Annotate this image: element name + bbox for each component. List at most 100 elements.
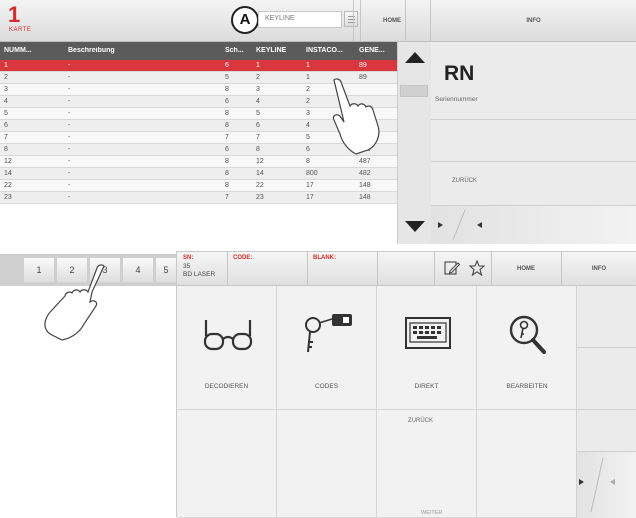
table-cell: 5 [306, 134, 310, 141]
table-cell: 148 [359, 194, 371, 201]
code-label: CODE: [233, 255, 253, 261]
col-header[interactable]: GENE... [359, 47, 385, 54]
table-cell: 8 [256, 146, 260, 153]
edit-note-icon[interactable] [444, 260, 460, 276]
table-cell: - [68, 86, 71, 93]
home-button[interactable]: HOME [491, 252, 561, 286]
table-cell: 1 [4, 62, 8, 69]
table-row[interactable]: 14 - 8 14 800 482 [0, 168, 397, 180]
table-cell: 1 [306, 62, 310, 69]
col-header[interactable]: Sch... [225, 47, 244, 54]
table-cell: 23 [4, 194, 12, 201]
key-tag-icon [305, 314, 352, 353]
next-arrow-icon [477, 222, 482, 228]
table-cell: 8 [225, 122, 229, 129]
table-cell: 22 [256, 182, 264, 189]
back-button[interactable]: ZURÜCK [408, 418, 433, 424]
back-button[interactable]: ZURÜCK [452, 178, 477, 184]
hand-pointer-icon [44, 264, 105, 341]
table-cell: 800 [306, 170, 318, 177]
tile-label: DIREKT [414, 383, 439, 390]
nav-arrows[interactable] [431, 206, 636, 244]
blank-label: BLANK: [313, 255, 336, 261]
table-cell: 5 [225, 74, 229, 81]
table-cell: 8 [225, 182, 229, 189]
callout-a: A [231, 6, 259, 34]
table-cell: 8 [306, 158, 310, 165]
col-header[interactable]: Beschreibung [68, 47, 115, 54]
prev-arrow-icon [438, 222, 443, 228]
table-cell: 5 [256, 110, 260, 117]
col-header[interactable]: KEYLINE [256, 47, 286, 54]
tile-direkt[interactable]: DIREKT [377, 286, 477, 410]
table-cell: 23 [256, 194, 264, 201]
table-cell: - [68, 182, 71, 189]
table-row[interactable]: 1 - 6 1 1 89 [0, 60, 397, 72]
table-cell: 89 [359, 62, 367, 69]
next-arrow-icon [610, 479, 615, 485]
table-cell: 1 [306, 74, 310, 81]
table-cell: 6 [4, 122, 8, 129]
table-cell: 482 [359, 170, 371, 177]
table-cell: 6 [225, 62, 229, 69]
tile-bearbeiten[interactable]: BEARBEITEN [477, 286, 577, 410]
table-row[interactable]: 12 - 8 12 8 487 [0, 156, 397, 168]
table-cell: 6 [256, 122, 260, 129]
table-cell: - [68, 98, 71, 105]
table-cell: 12 [256, 158, 264, 165]
info-button[interactable]: INFO [430, 0, 636, 42]
page-5[interactable]: 5 [156, 258, 176, 282]
table-cell: 3 [4, 86, 8, 93]
table-cell: 12 [4, 158, 12, 165]
sn-sub: BD LASER [183, 271, 216, 278]
table-cell: - [68, 134, 71, 141]
table-cell: 3 [256, 86, 260, 93]
rn-title[interactable]: RN [444, 62, 474, 86]
table-cell: - [68, 122, 71, 129]
keyline-sort-field[interactable]: KEYLINE [258, 11, 342, 28]
page-4[interactable]: 4 [123, 258, 153, 282]
table-cell: - [68, 146, 71, 153]
glasses-icon [203, 320, 253, 351]
karte-number: 1 [8, 2, 21, 27]
table-cell: - [68, 194, 71, 201]
table-cell: 6 [225, 146, 229, 153]
table-cell: 8 [4, 146, 8, 153]
table-cell: 22 [4, 182, 12, 189]
empty-tile [177, 410, 277, 518]
info-button[interactable]: INFO [561, 252, 636, 286]
table-row[interactable]: 22 - 8 22 17 148 [0, 180, 397, 192]
col-header[interactable]: INSTACO... [306, 47, 343, 54]
scroll-up-arrow-icon[interactable] [405, 52, 425, 63]
table-cell: 7 [225, 194, 229, 201]
table-cell: 3 [306, 110, 310, 117]
table-cell: - [68, 170, 71, 177]
scrollbar[interactable] [397, 42, 431, 244]
tile-codes[interactable]: CODES [277, 286, 377, 410]
sn-value: 35 [183, 263, 191, 270]
tile-label: CODES [314, 383, 339, 390]
scroll-down-arrow-icon[interactable] [405, 221, 425, 232]
table-cell: 8 [225, 86, 229, 93]
scroll-thumb[interactable] [400, 85, 428, 97]
table-row[interactable]: 23 - 7 23 17 148 [0, 192, 397, 204]
home-button[interactable]: HOME [353, 0, 430, 42]
table-cell: - [68, 158, 71, 165]
karte-label: KARTE [9, 27, 32, 33]
nav-arrows[interactable] [577, 452, 636, 518]
col-header[interactable]: NUMM... [4, 47, 32, 54]
magnifier-key-icon [509, 315, 546, 354]
empty-tile [477, 410, 577, 518]
next-button[interactable]: WEITER [421, 510, 442, 516]
tile-decodieren[interactable]: DECODIEREN [177, 286, 277, 410]
table-cell: 14 [4, 170, 12, 177]
empty-tile [277, 410, 377, 518]
side-panel [576, 286, 636, 518]
star-icon[interactable] [469, 260, 485, 276]
rn-subtitle: Seriennummer [435, 96, 478, 103]
table-cell: 148 [359, 182, 371, 189]
table-cell: 487 [359, 158, 371, 165]
table-cell: 17 [306, 194, 314, 201]
table-cell: 6 [225, 98, 229, 105]
table-cell: - [68, 110, 71, 117]
